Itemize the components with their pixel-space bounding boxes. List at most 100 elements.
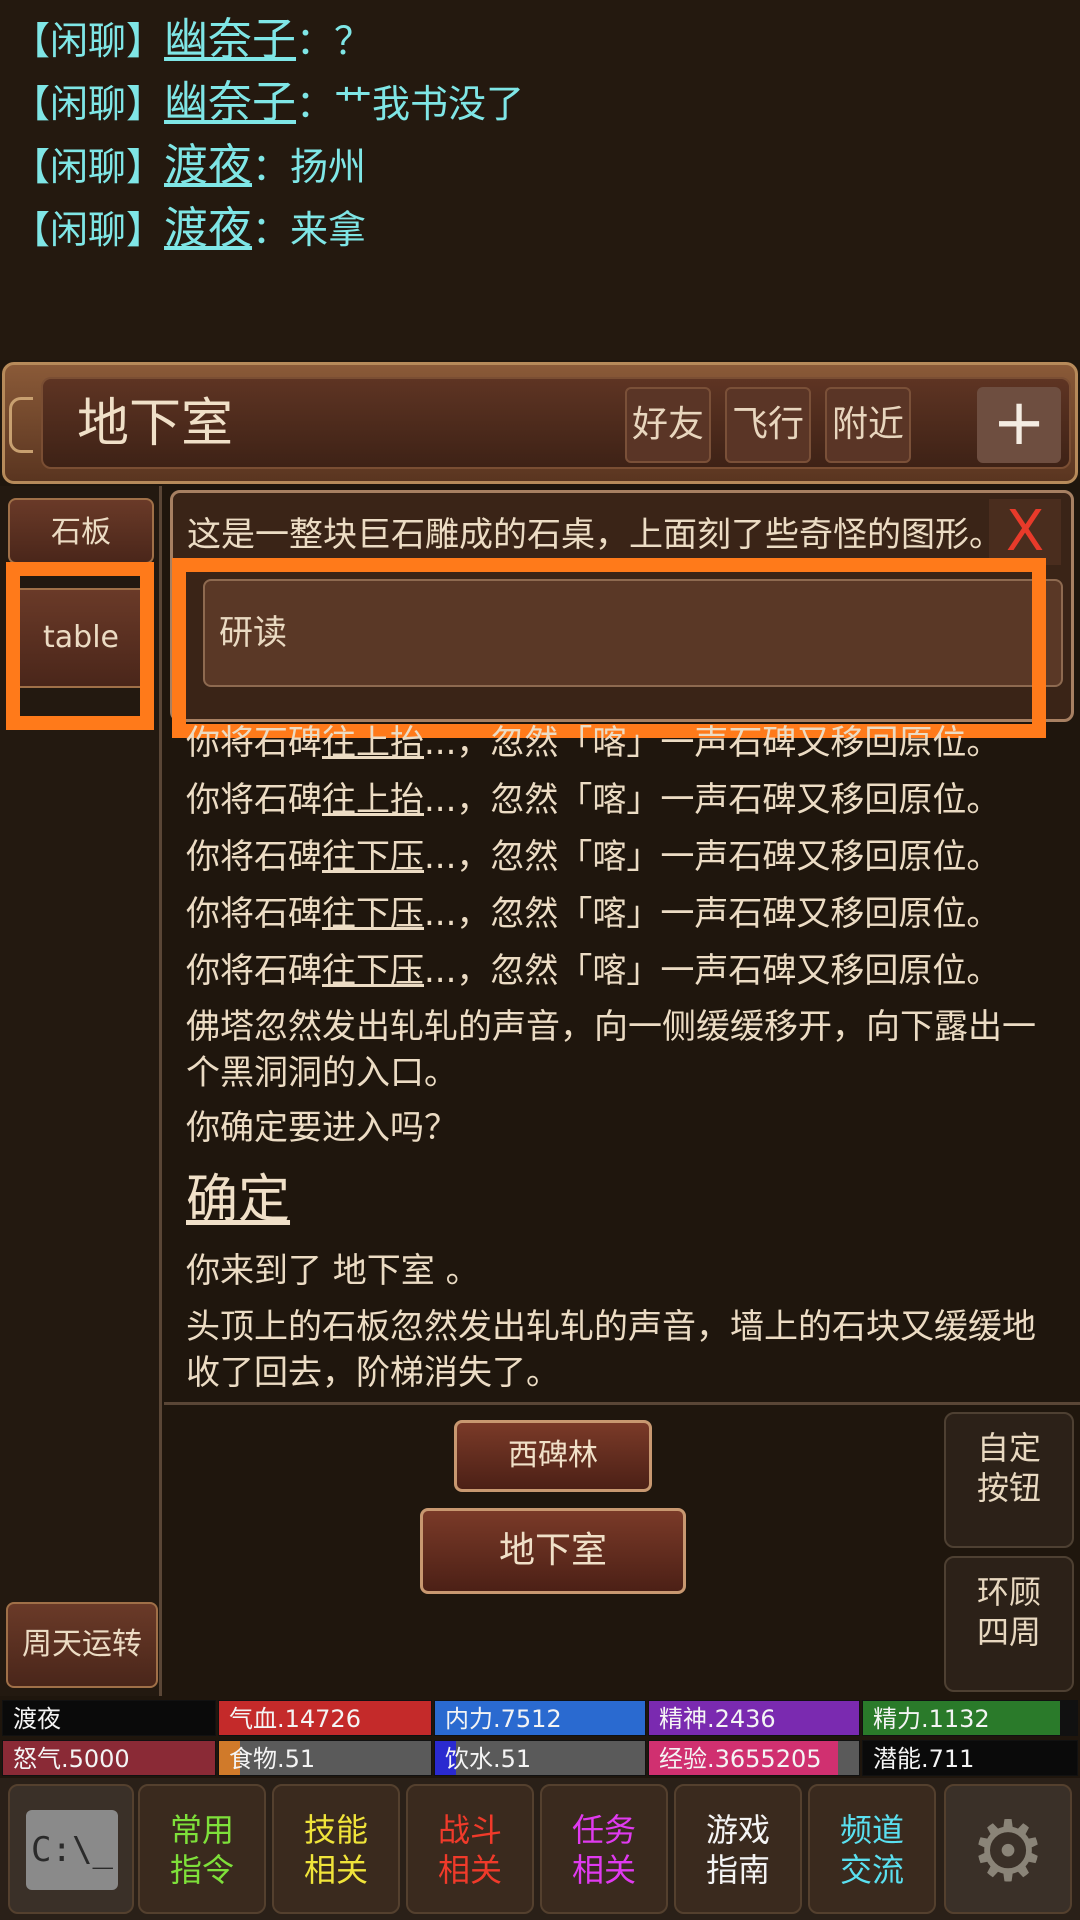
message-line: 你将石碑往上抬...，忽然「喀」一声石碑又移回原位。 (186, 772, 1066, 829)
chat-sender-link[interactable]: 渡夜 (164, 203, 252, 254)
chat-channel: 【闲聊】 (12, 82, 165, 126)
message-text: ...，忽然「喀」一声石碑又移回原位。 (424, 951, 1001, 991)
message-text: 你将石碑 (186, 723, 322, 763)
chat-line: 【闲聊】渡夜：扬州 (12, 134, 1068, 197)
ornament-icon (9, 397, 33, 453)
message-text: 你将石碑 (186, 951, 322, 991)
meditation-button[interactable]: 周天运转 (6, 1602, 158, 1688)
chat-line: 【闲聊】渡夜：来拿 (12, 197, 1068, 260)
message-text: 你将石碑 (186, 894, 322, 934)
chat-channel: 【闲聊】 (12, 19, 165, 63)
player-name-text: 渡夜 (13, 1705, 61, 1733)
chat-sender-link[interactable]: 幽奈子 (164, 14, 296, 65)
message-text: ...，忽然「喀」一声石碑又移回原位。 (424, 723, 1001, 763)
chat-separator: ： (252, 145, 291, 189)
plus-icon[interactable]: + (977, 387, 1061, 463)
nav-label: 相关 (437, 1851, 502, 1889)
custom-button-label: 按钮 (976, 1469, 1041, 1507)
close-icon[interactable]: X (989, 499, 1061, 565)
look-around-label: 四周 (976, 1613, 1041, 1651)
nav-game-guide[interactable]: 游戏 指南 (674, 1784, 802, 1914)
message-ask: 你确定要进入吗？ (186, 1108, 458, 1148)
nav-label: 战斗 (437, 1811, 502, 1849)
stat-nuqi: 怒气.5000 (2, 1740, 216, 1776)
nav-label: 常用 (169, 1811, 234, 1849)
chat-text: 艹我书没了 (334, 82, 525, 126)
message-link[interactable]: 往上抬 (322, 780, 424, 820)
stat-nuqi-text: 怒气.5000 (13, 1745, 130, 1773)
stat-jingshen-text: 精神.2436 (659, 1705, 776, 1733)
message-text: ...，忽然「喀」一声石碑又移回原位。 (424, 837, 1001, 877)
stat-jingshen: 精神.2436 (648, 1700, 860, 1736)
nav-label: 交流 (839, 1851, 904, 1889)
stat-jingyan: 经验.3655205 (648, 1740, 860, 1776)
stat-shiwu-text: 食物.51 (229, 1745, 316, 1773)
chat-text: 来拿 (290, 208, 367, 252)
exit-north-button[interactable]: 西碑林 (454, 1420, 652, 1492)
chat-channel: 【闲聊】 (12, 208, 165, 252)
stat-jingli-text: 精力.1132 (873, 1705, 990, 1733)
current-room-button[interactable]: 地下室 (420, 1508, 686, 1594)
chat-sender-link[interactable]: 幽奈子 (164, 77, 296, 128)
item-stone-slab-button[interactable]: 石板 (8, 498, 154, 564)
stat-yinshui: 饮水.51 (434, 1740, 646, 1776)
message-line: 你将石碑往下压...，忽然「喀」一声石碑又移回原位。 (186, 943, 1066, 1000)
chat-text: ？ (334, 19, 373, 63)
nav-label: 指令 (169, 1851, 234, 1889)
stat-qianneng-text: 潜能.711 (873, 1745, 975, 1773)
chat-separator: ： (296, 19, 335, 63)
location-title: 地下室 (77, 394, 234, 454)
message-pagoda: 佛塔忽然发出轧轧的声音，向一侧缓缓移开，向下露出一个黑洞洞的入口。 (186, 1007, 1036, 1093)
gear-icon[interactable]: ⚙ (944, 1784, 1072, 1914)
command-line-icon[interactable]: C:\_ (8, 1784, 134, 1914)
message-link[interactable]: 往下压 (322, 894, 424, 934)
message-text: 你将石碑 (186, 780, 322, 820)
player-name: 渡夜 (2, 1700, 216, 1736)
stat-jingyan-text: 经验.3655205 (659, 1745, 822, 1773)
message-line: 你将石碑往下压...，忽然「喀」一声石碑又移回原位。 (186, 829, 1066, 886)
message-link[interactable]: 往上抬 (322, 723, 424, 763)
message-text: ...，忽然「喀」一声石碑又移回原位。 (424, 780, 1001, 820)
nav-common-commands[interactable]: 常用 指令 (138, 1784, 266, 1914)
chat-text: 扬州 (290, 145, 367, 189)
nav-label: 游戏 (705, 1811, 770, 1849)
chat-sender-link[interactable]: 渡夜 (164, 140, 252, 191)
custom-button[interactable]: 自定 按钮 (944, 1412, 1074, 1548)
message-arrive: 你来到了 地下室 。 (186, 1251, 480, 1291)
nav-skills[interactable]: 技能 相关 (272, 1784, 400, 1914)
nav-label: 频道 (839, 1811, 904, 1849)
object-description: 这是一整块巨石雕成的石桌，上面刻了些奇怪的图形。 (187, 515, 1003, 555)
stat-qianneng: 潜能.711 (862, 1740, 1078, 1776)
confirm-link[interactable]: 确定 (186, 1157, 1066, 1243)
stat-neili: 内力.7512 (434, 1700, 646, 1736)
message-text: ...，忽然「喀」一声石碑又移回原位。 (424, 894, 1001, 934)
chat-channel: 【闲聊】 (12, 145, 165, 189)
chat-line: 【闲聊】幽奈子：？ (12, 8, 1068, 71)
stat-qixue: 气血.14726 (218, 1700, 432, 1736)
nav-channels[interactable]: 频道 交流 (808, 1784, 936, 1914)
nearby-button[interactable]: 附近 (825, 387, 911, 463)
look-around-button[interactable]: 环顾 四周 (944, 1556, 1074, 1692)
message-stone: 头顶上的石板忽然发出轧轧的声音，墙上的石块又缓缓地收了回去，阶梯消失了。 (186, 1307, 1036, 1393)
chat-line: 【闲聊】幽奈子：艹我书没了 (12, 71, 1068, 134)
friends-button[interactable]: 好友 (625, 387, 711, 463)
nav-quests[interactable]: 任务 相关 (540, 1784, 668, 1914)
divider (164, 1402, 1080, 1405)
message-line: 你将石碑往上抬...，忽然「喀」一声石碑又移回原位。 (186, 715, 1066, 772)
fly-button[interactable]: 飞行 (725, 387, 811, 463)
message-text: 你将石碑 (186, 837, 322, 877)
nav-label: 相关 (303, 1851, 368, 1889)
nav-label: 指南 (705, 1851, 770, 1889)
nav-combat[interactable]: 战斗 相关 (406, 1784, 534, 1914)
stat-qixue-text: 气血.14726 (229, 1705, 361, 1733)
chat-separator: ： (296, 82, 335, 126)
message-link[interactable]: 往下压 (322, 837, 424, 877)
look-around-label: 环顾 (976, 1573, 1041, 1611)
bottom-nav: C:\_ 常用 指令 技能 相关 战斗 相关 任务 相关 游戏 指南 频道 交流 ⚙ (0, 1778, 1080, 1920)
message-line: 你将石碑往下压...，忽然「喀」一声石碑又移回原位。 (186, 886, 1066, 943)
highlight-box (6, 562, 154, 730)
highlight-box (172, 558, 1046, 738)
custom-button-label: 自定 (976, 1429, 1041, 1467)
chat-panel: 【闲聊】幽奈子：？ 【闲聊】幽奈子：艹我书没了 【闲聊】渡夜：扬州 【闲聊】渡夜… (0, 0, 1080, 360)
message-link[interactable]: 往下压 (322, 951, 424, 991)
